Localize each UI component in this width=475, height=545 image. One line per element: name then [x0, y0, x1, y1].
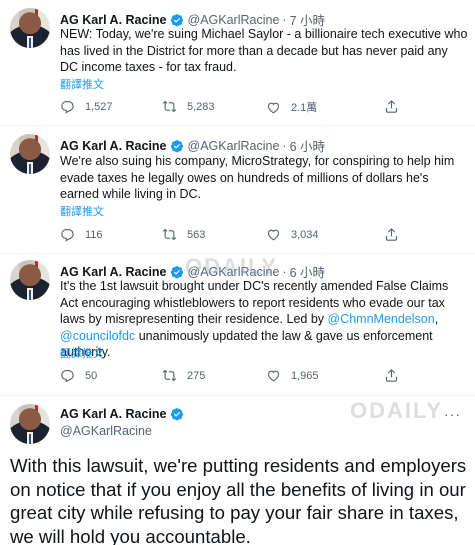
author-handle[interactable]: @AGKarlRacine — [188, 13, 280, 27]
translate-link[interactable]: 翻譯推文 — [60, 203, 104, 219]
reply-icon — [61, 369, 74, 383]
author-name[interactable]: AG Karl A. Racine — [60, 407, 167, 421]
author-name[interactable]: AG Karl A. Racine — [60, 139, 167, 153]
retweet-button[interactable]: 563 — [162, 227, 205, 242]
avatar[interactable] — [10, 8, 50, 48]
author-name[interactable]: AG Karl A. Racine — [60, 265, 167, 279]
like-button[interactable]: 2.1萬 — [266, 99, 317, 115]
share-button[interactable] — [384, 99, 409, 114]
like-button[interactable]: 3,034 — [266, 227, 319, 242]
heart-icon — [267, 229, 280, 241]
reply-count: 116 — [85, 228, 103, 241]
share-button[interactable] — [384, 227, 409, 242]
share-icon — [385, 369, 398, 382]
verified-badge-icon — [170, 13, 183, 26]
focused-tweet-text: With this lawsuit, we're putting residen… — [10, 455, 467, 545]
tweet-text: NEW: Today, we're suing Michael Saylor -… — [60, 27, 468, 74]
author-name[interactable]: AG Karl A. Racine — [60, 13, 167, 27]
like-button[interactable]: 1,965 — [266, 368, 319, 383]
retweet-button[interactable]: 275 — [162, 368, 205, 383]
reply-icon — [61, 228, 74, 242]
retweet-count: 5,283 — [187, 100, 215, 113]
avatar[interactable] — [10, 260, 50, 300]
heart-icon — [267, 102, 280, 113]
separator: · — [282, 264, 287, 279]
reply-icon — [61, 100, 74, 114]
tweet-text: It's the 1st lawsuit brought under DC's … — [60, 278, 468, 361]
more-options-icon[interactable]: ··· — [444, 406, 461, 422]
mention-link[interactable]: @ChmnMendelson — [328, 312, 435, 326]
retweet-count: 275 — [187, 369, 206, 382]
reply-count: 50 — [85, 369, 98, 382]
retweet-button[interactable]: 5,283 — [162, 99, 215, 114]
like-count: 1,965 — [291, 369, 319, 382]
retweet-count: 563 — [187, 228, 206, 241]
reply-count: 1,527 — [85, 100, 113, 113]
mention-link[interactable]: @councilofdc — [60, 329, 135, 343]
retweet-icon — [162, 369, 177, 382]
heart-icon — [267, 370, 280, 382]
like-count: 2.1萬 — [291, 102, 318, 114]
avatar[interactable] — [10, 134, 50, 174]
share-icon — [385, 228, 398, 241]
separator: · — [282, 138, 287, 153]
like-count: 3,034 — [291, 228, 319, 241]
tweet-text: We're also suing his company, MicroStrat… — [60, 154, 455, 201]
watermark: ODAILY — [350, 398, 444, 423]
reply-button[interactable]: 1,527 — [60, 99, 113, 114]
share-button[interactable] — [384, 368, 409, 383]
author-handle[interactable]: @AGKarlRacine — [188, 139, 280, 153]
reply-button[interactable]: 50 — [60, 368, 97, 383]
retweet-icon — [162, 228, 177, 241]
author-handle[interactable]: @AGKarlRacine — [60, 424, 188, 438]
retweet-icon — [162, 100, 177, 113]
watermark: ODAILY — [185, 254, 279, 279]
verified-badge-icon — [170, 139, 183, 152]
separator: · — [282, 12, 287, 27]
divider — [0, 125, 475, 126]
verified-badge-icon — [170, 265, 183, 278]
reply-button[interactable]: 116 — [60, 227, 103, 242]
translate-link[interactable]: 翻譯推文 — [60, 345, 104, 361]
avatar[interactable] — [10, 404, 50, 444]
verified-badge-icon — [170, 408, 183, 421]
translate-link[interactable]: 翻譯推文 — [60, 76, 104, 92]
tweet-text-part: , — [434, 312, 439, 326]
share-icon — [385, 100, 398, 113]
